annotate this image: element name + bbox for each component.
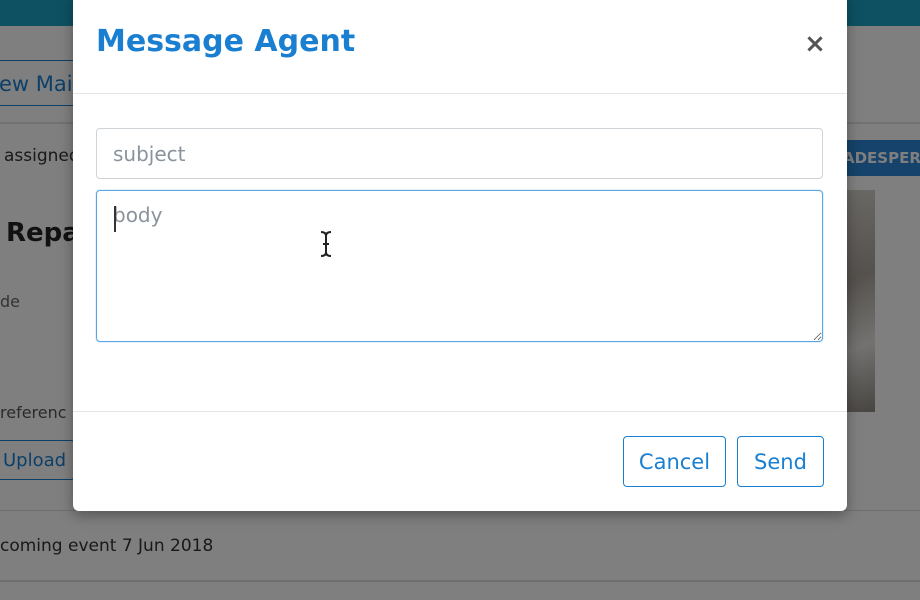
text-cursor-icon [320, 231, 332, 257]
dialog-header: Message Agent × [73, 0, 847, 94]
text-caret [114, 206, 116, 232]
send-button[interactable]: Send [737, 436, 824, 487]
dialog-footer: Cancel Send [73, 411, 847, 512]
message-agent-dialog: Message Agent × Cancel Send [73, 0, 847, 511]
close-icon[interactable]: × [803, 30, 827, 58]
subject-input[interactable] [96, 128, 823, 179]
dialog-title: Message Agent [96, 24, 356, 59]
body-textarea[interactable] [96, 190, 823, 342]
cancel-button[interactable]: Cancel [623, 436, 726, 487]
